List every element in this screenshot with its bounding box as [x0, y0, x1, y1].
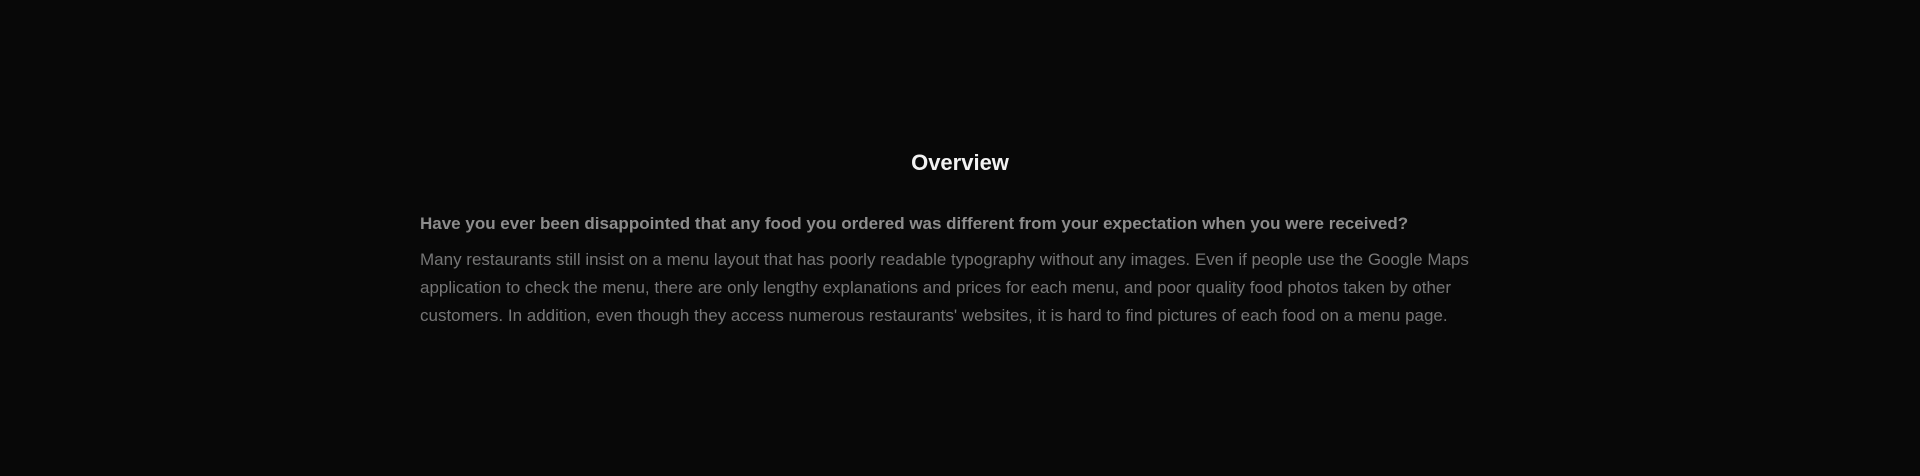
section-title: Overview: [911, 150, 1009, 175]
intro-question: Have you ever been disappointed that any…: [420, 214, 1409, 233]
paragraph-line: Many restaurants still insist on a menu …: [420, 250, 1469, 269]
overview-paragraph: Many restaurants still insist on a menu …: [420, 246, 1500, 330]
paragraph-line: application to check the menu, there are…: [420, 278, 1452, 297]
overview-content: Have you ever been disappointed that any…: [420, 210, 1500, 330]
paragraph-line: customers. In addition, even though they…: [420, 306, 1448, 325]
overview-section: Overview Have you ever been disappointed…: [0, 0, 1920, 476]
